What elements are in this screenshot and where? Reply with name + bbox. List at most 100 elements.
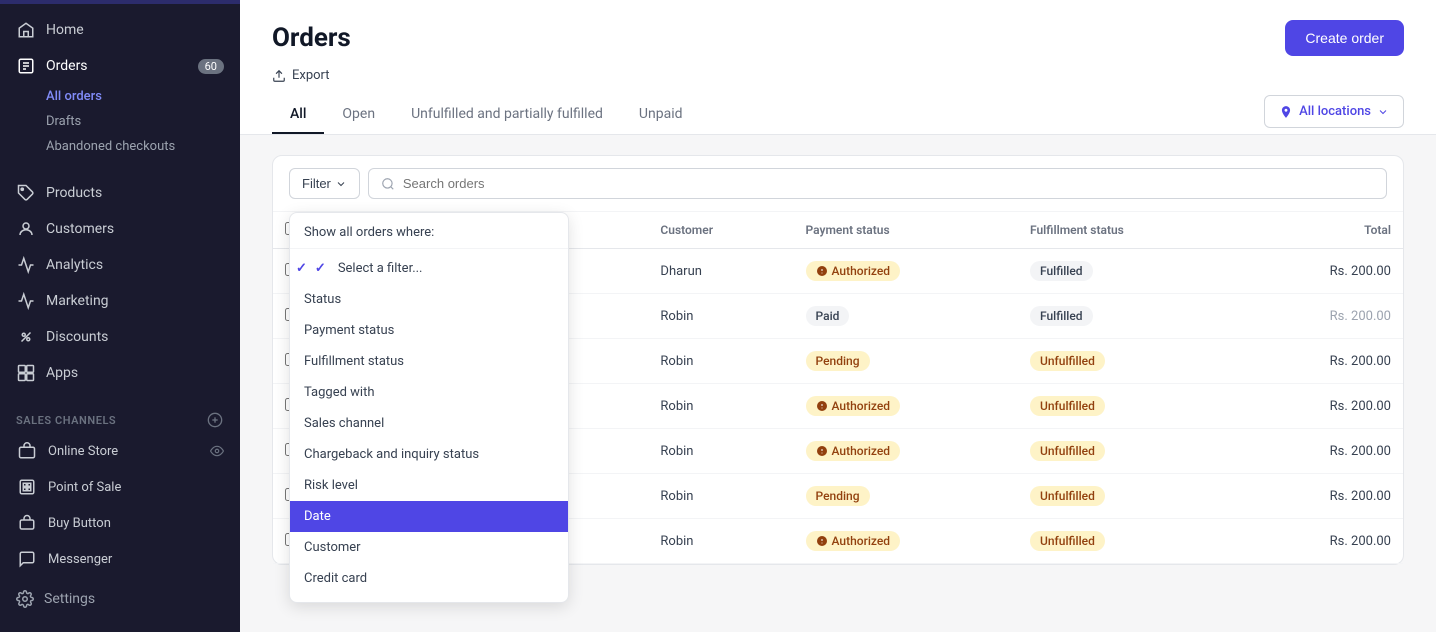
sidebar-sub-all-orders[interactable]: All orders bbox=[0, 84, 240, 109]
row-total-cell: Rs. 200.00 bbox=[1241, 249, 1403, 294]
filter-item-credit-card[interactable]: Credit card bbox=[290, 563, 568, 594]
export-label: Export bbox=[292, 68, 330, 83]
row-fulfillment-cell: Unfulfilled bbox=[1018, 384, 1241, 429]
tab-unfulfilled[interactable]: Unfulfilled and partially fulfilled bbox=[393, 96, 621, 134]
filter-item-date[interactable]: Date bbox=[290, 501, 568, 532]
col-customer: Customer bbox=[648, 212, 793, 249]
orders-icon bbox=[16, 56, 36, 76]
page-header: Orders Create order Export All Open Unfu… bbox=[240, 0, 1436, 135]
sidebar-item-pos[interactable]: Point of Sale bbox=[0, 469, 240, 505]
drafts-label: Drafts bbox=[46, 114, 81, 129]
filter-item-chargeback[interactable]: Chargeback and inquiry status bbox=[290, 439, 568, 470]
content-area: Filter Show all orders where: ✓ Select a… bbox=[240, 135, 1436, 632]
row-customer-cell: Robin bbox=[648, 474, 793, 519]
export-button[interactable]: Export bbox=[272, 68, 1404, 83]
sidebar-item-marketing-label: Marketing bbox=[46, 293, 109, 309]
sales-channels-label: SALES CHANNELS bbox=[16, 414, 116, 427]
search-icon bbox=[381, 177, 395, 191]
fulfillment-status-badge: Unfulfilled bbox=[1030, 531, 1105, 551]
sidebar-item-messenger[interactable]: Messenger bbox=[0, 541, 240, 577]
search-input[interactable] bbox=[403, 176, 1374, 191]
fulfillment-status-badge: Unfulfilled bbox=[1030, 396, 1105, 416]
fulfillment-status-badge: Fulfilled bbox=[1030, 261, 1093, 281]
sidebar-item-buy-button[interactable]: Buy Button bbox=[0, 505, 240, 541]
payment-status-badge: Pending bbox=[806, 351, 870, 371]
sidebar-item-analytics-label: Analytics bbox=[46, 257, 103, 273]
sidebar-item-products[interactable]: Products bbox=[0, 175, 240, 211]
create-order-button[interactable]: Create order bbox=[1285, 20, 1404, 56]
filter-item-risk-level[interactable]: Risk level bbox=[290, 470, 568, 501]
all-orders-label: All orders bbox=[46, 89, 102, 104]
sidebar-item-orders[interactable]: Orders 60 bbox=[0, 48, 240, 84]
tabs-row: All Open Unfulfilled and partially fulfi… bbox=[272, 96, 701, 134]
fulfillment-status-badge: Unfulfilled bbox=[1030, 441, 1105, 461]
pos-label: Point of Sale bbox=[48, 480, 121, 495]
sidebar-item-discounts[interactable]: Discounts bbox=[0, 319, 240, 355]
sidebar-item-orders-label: Orders bbox=[46, 58, 88, 74]
sidebar-item-customers[interactable]: Customers bbox=[0, 211, 240, 247]
tab-unpaid[interactable]: Unpaid bbox=[621, 96, 701, 134]
row-customer-cell: Robin bbox=[648, 294, 793, 339]
marketing-icon bbox=[16, 291, 36, 311]
row-fulfillment-cell: Unfulfilled bbox=[1018, 429, 1241, 474]
sidebar-item-online-store[interactable]: Online Store bbox=[0, 433, 240, 469]
payment-status-badge: Pending bbox=[806, 486, 870, 506]
abandoned-label: Abandoned checkouts bbox=[46, 139, 175, 154]
sidebar-item-settings[interactable]: Settings bbox=[0, 582, 240, 616]
discounts-icon bbox=[16, 327, 36, 347]
filter-label: Filter bbox=[302, 176, 331, 191]
row-total-cell: Rs. 200.00 bbox=[1241, 429, 1403, 474]
settings-label: Settings bbox=[44, 591, 95, 607]
location-filter-label: All locations bbox=[1299, 104, 1371, 119]
sidebar-item-apps-label: Apps bbox=[46, 365, 78, 381]
location-filter[interactable]: All locations bbox=[1264, 95, 1404, 128]
home-icon bbox=[16, 20, 36, 40]
add-channel-icon[interactable] bbox=[206, 411, 224, 429]
fulfillment-status-badge: Unfulfilled bbox=[1030, 351, 1105, 371]
tab-all[interactable]: All bbox=[272, 96, 324, 134]
filter-chevron-icon bbox=[335, 178, 347, 190]
messenger-label: Messenger bbox=[48, 552, 112, 567]
filter-item-fulfillment-status[interactable]: Fulfillment status bbox=[290, 346, 568, 377]
apps-icon bbox=[16, 363, 36, 383]
eye-icon[interactable] bbox=[210, 444, 224, 459]
row-customer-cell: Dharun bbox=[648, 249, 793, 294]
row-fulfillment-cell: Unfulfilled bbox=[1018, 474, 1241, 519]
search-box bbox=[368, 168, 1387, 199]
filter-search-row: Filter bbox=[273, 156, 1403, 212]
alert-icon bbox=[816, 400, 828, 412]
sidebar-item-home[interactable]: Home bbox=[0, 12, 240, 48]
filter-item-select[interactable]: ✓ Select a filter... bbox=[290, 253, 568, 284]
sidebar-sub-abandoned[interactable]: Abandoned checkouts bbox=[0, 134, 240, 159]
sidebar-item-analytics[interactable]: Analytics bbox=[0, 247, 240, 283]
row-fulfillment-cell: Fulfilled bbox=[1018, 249, 1241, 294]
sidebar-item-home-label: Home bbox=[46, 22, 84, 38]
row-customer-cell: Robin bbox=[648, 519, 793, 564]
row-customer-cell: Robin bbox=[648, 429, 793, 474]
alert-icon bbox=[816, 445, 828, 457]
payment-status-badge: Authorized bbox=[806, 441, 900, 461]
row-payment-cell: Authorized bbox=[794, 429, 1018, 474]
sidebar-item-products-label: Products bbox=[46, 185, 102, 201]
sidebar-item-apps[interactable]: Apps bbox=[0, 355, 240, 391]
col-payment-status: Payment status bbox=[794, 212, 1018, 249]
row-total-cell: Rs. 200.00 bbox=[1241, 384, 1403, 429]
sales-channels-section-label: SALES CHANNELS bbox=[0, 399, 240, 433]
filter-item-customer[interactable]: Customer bbox=[290, 532, 568, 563]
tab-open[interactable]: Open bbox=[324, 96, 393, 134]
filter-menu-list: ✓ Select a filter... Status Payment stat… bbox=[290, 249, 568, 598]
filter-item-status[interactable]: Status bbox=[290, 284, 568, 315]
export-icon bbox=[272, 69, 286, 83]
pos-icon bbox=[16, 476, 38, 498]
fulfillment-status-badge: Unfulfilled bbox=[1030, 486, 1105, 506]
filter-item-payment-status[interactable]: Payment status bbox=[290, 315, 568, 346]
sidebar-sub-drafts[interactable]: Drafts bbox=[0, 109, 240, 134]
filter-button[interactable]: Filter bbox=[289, 168, 360, 199]
sidebar-item-discounts-label: Discounts bbox=[46, 329, 108, 345]
location-icon bbox=[1279, 105, 1293, 119]
buy-button-label: Buy Button bbox=[48, 516, 111, 531]
filter-item-tagged-with[interactable]: Tagged with bbox=[290, 377, 568, 408]
sidebar-item-marketing[interactable]: Marketing bbox=[0, 283, 240, 319]
row-total-cell: Rs. 200.00 bbox=[1241, 294, 1403, 339]
filter-item-sales-channel[interactable]: Sales channel bbox=[290, 408, 568, 439]
